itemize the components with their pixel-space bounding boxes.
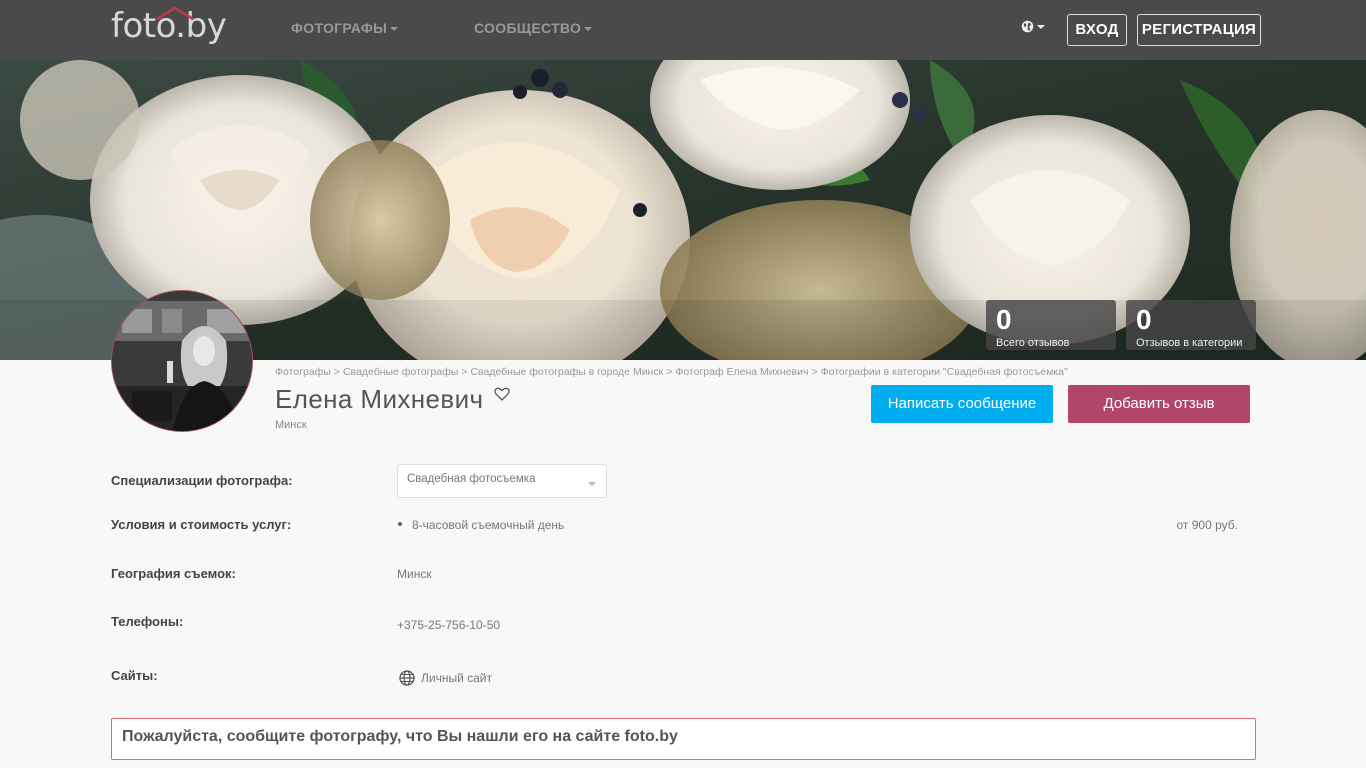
stat-total-reviews-label: Всего отзывов [996, 337, 1070, 349]
language-selector[interactable] [1021, 20, 1045, 33]
stat-category-reviews-label: Отзывов в категории [1136, 337, 1243, 349]
register-button[interactable]: РЕГИСТРАЦИЯ [1137, 14, 1261, 46]
logo-roof-icon [156, 6, 194, 20]
breadcrumb: Фотографы > Свадебные фотографы > Свадебные … [275, 366, 1068, 378]
avatar-photo [112, 291, 252, 431]
geography-value: Минск [397, 567, 432, 581]
photographer-name: Елена Михневич [275, 384, 484, 414]
nav-menu-photographers-label: ФОТОГРАФЫ [291, 20, 388, 36]
nav-menu-photographers[interactable]: ФОТОГРАФЫ [291, 20, 399, 36]
service-price: от 900 руб. [1176, 518, 1238, 532]
site-logo[interactable]: foto.by [111, 4, 227, 48]
globe-icon [399, 670, 415, 686]
geography-label: География съемок: [111, 566, 236, 581]
services-label: Условия и стоимость услуг: [111, 517, 292, 532]
phones-label: Телефоны: [111, 614, 184, 629]
add-review-button[interactable]: Добавить отзыв [1068, 385, 1250, 423]
stat-category-reviews: 0 Отзывов в категории [1126, 300, 1256, 350]
breadcrumb-separator: > [811, 366, 818, 378]
specialization-selected-value: Свадебная фотосъемка [407, 473, 536, 485]
breadcrumb-separator: > [333, 366, 340, 378]
specializations-label: Специализации фотографа: [111, 473, 293, 488]
avatar[interactable] [111, 290, 253, 432]
write-message-button[interactable]: Написать сообщение [871, 385, 1053, 423]
breadcrumb-link[interactable]: Свадебные фотографы в городе Минск [470, 366, 663, 378]
breadcrumb-link[interactable]: Фотографы [275, 366, 331, 378]
photographer-city: Минск [275, 419, 307, 431]
chevron-down-icon [1037, 24, 1045, 29]
login-button[interactable]: ВХОД [1067, 14, 1127, 46]
globe-icon [1021, 20, 1034, 33]
top-navbar: foto.by ФОТОГРАФЫ СООБЩЕСТВО ВХОД РЕГИСТ… [0, 0, 1366, 60]
service-item: 8-часовой съемочный день [412, 518, 565, 532]
list-bullet [398, 522, 402, 526]
personal-site-label: Личный сайт [421, 671, 492, 685]
breadcrumb-link[interactable]: Фотографии в категории "Свадебная фотосъ… [821, 366, 1068, 378]
heart-icon[interactable] [494, 386, 510, 402]
nav-menu-community[interactable]: СООБЩЕСТВО [474, 20, 593, 36]
nav-menu-community-label: СООБЩЕСТВО [474, 20, 582, 36]
breadcrumb-link[interactable]: Свадебные фотографы [343, 366, 458, 378]
chevron-down-icon [584, 27, 593, 32]
phone-value[interactable]: +375-25-756-10-50 [397, 618, 500, 632]
stat-total-reviews: 0 Всего отзывов [986, 300, 1116, 350]
breadcrumb-link[interactable]: Фотограф Елена Михневич [675, 366, 808, 378]
personal-site-link[interactable]: Личный сайт [399, 670, 492, 686]
stat-category-reviews-value: 0 [1136, 304, 1152, 335]
sites-label: Сайты: [111, 668, 158, 683]
chevron-down-icon [390, 27, 399, 32]
notice-banner: Пожалуйста, сообщите фотографу, что Вы н… [111, 718, 1256, 760]
specialization-select[interactable]: Свадебная фотосъемка [397, 464, 607, 498]
chevron-down-icon [588, 482, 596, 486]
breadcrumb-separator: > [666, 366, 673, 378]
breadcrumb-separator: > [461, 366, 468, 378]
stat-total-reviews-value: 0 [996, 304, 1012, 335]
